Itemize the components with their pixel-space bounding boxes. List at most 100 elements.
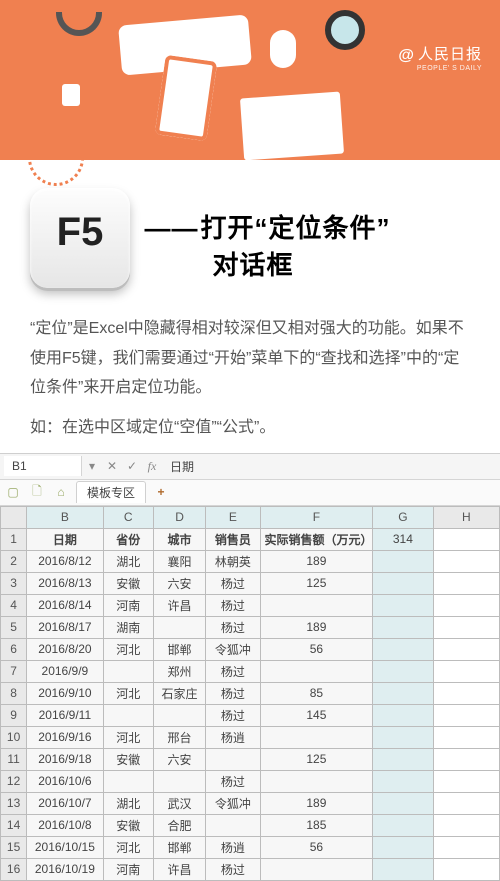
cell[interactable] — [373, 594, 433, 616]
cell[interactable]: 河北 — [103, 836, 153, 858]
col-header[interactable]: D — [153, 506, 205, 528]
row-header[interactable]: 3 — [1, 572, 27, 594]
cell[interactable]: 邢台 — [153, 726, 205, 748]
table-row[interactable]: 1日期省份城市销售员实际销售额（万元）314 — [1, 528, 500, 550]
cell[interactable]: 2016/10/15 — [27, 836, 103, 858]
row-header[interactable]: 14 — [1, 814, 27, 836]
table-row[interactable]: 22016/8/12湖北襄阳林朝英189 — [1, 550, 500, 572]
cell[interactable]: 六安 — [153, 572, 205, 594]
cell[interactable]: 189 — [260, 792, 373, 814]
column-header-row[interactable]: B C D E F G H — [1, 506, 500, 528]
cell[interactable]: 2016/10/6 — [27, 770, 103, 792]
table-row[interactable]: 92016/9/11杨过145 — [1, 704, 500, 726]
cell[interactable]: 125 — [260, 572, 373, 594]
row-header[interactable]: 9 — [1, 704, 27, 726]
cell[interactable] — [206, 814, 260, 836]
cell[interactable]: 125 — [260, 748, 373, 770]
cell[interactable] — [433, 704, 499, 726]
cell[interactable]: 314 — [373, 528, 433, 550]
cell[interactable]: 湖北 — [103, 550, 153, 572]
cell[interactable]: 武汉 — [153, 792, 205, 814]
cell[interactable] — [373, 836, 433, 858]
cell[interactable] — [373, 616, 433, 638]
col-header[interactable]: E — [206, 506, 260, 528]
cell[interactable] — [373, 572, 433, 594]
cell[interactable]: 2016/8/14 — [27, 594, 103, 616]
col-header[interactable]: F — [260, 506, 373, 528]
cell[interactable] — [103, 660, 153, 682]
table-row[interactable]: 32016/8/13安徽六安杨过125 — [1, 572, 500, 594]
cell[interactable] — [433, 814, 499, 836]
cell[interactable]: 56 — [260, 638, 373, 660]
table-row[interactable]: 82016/9/10河北石家庄杨过85 — [1, 682, 500, 704]
namebox-dropdown-icon[interactable]: ▾ — [82, 459, 102, 473]
cell[interactable] — [373, 748, 433, 770]
row-header[interactable]: 12 — [1, 770, 27, 792]
col-header[interactable]: H — [433, 506, 499, 528]
cell[interactable] — [373, 682, 433, 704]
table-row[interactable]: 112016/9/18安徽六安125 — [1, 748, 500, 770]
row-header[interactable]: 16 — [1, 858, 27, 880]
cell[interactable] — [433, 572, 499, 594]
open-doc-icon[interactable]: 🗋 — [28, 483, 46, 501]
cell[interactable] — [373, 638, 433, 660]
formula-value[interactable]: 日期 — [162, 458, 500, 475]
name-box[interactable]: B1 — [4, 456, 82, 476]
cell[interactable]: 杨过 — [206, 770, 260, 792]
cell[interactable]: 杨过 — [206, 682, 260, 704]
row-header[interactable]: 4 — [1, 594, 27, 616]
cell[interactable]: 145 — [260, 704, 373, 726]
cell[interactable] — [433, 550, 499, 572]
cell[interactable] — [433, 594, 499, 616]
cell[interactable]: 邯郸 — [153, 638, 205, 660]
row-header[interactable]: 1 — [1, 528, 27, 550]
cell[interactable]: 2016/8/20 — [27, 638, 103, 660]
row-header[interactable]: 13 — [1, 792, 27, 814]
table-row[interactable]: 42016/8/14河南许昌杨过 — [1, 594, 500, 616]
cell[interactable]: 林朝英 — [206, 550, 260, 572]
confirm-icon[interactable]: ✓ — [122, 459, 142, 473]
cell[interactable]: 杨逍 — [206, 726, 260, 748]
row-header[interactable]: 10 — [1, 726, 27, 748]
header-cell[interactable]: 省份 — [103, 528, 153, 550]
cell[interactable]: 合肥 — [153, 814, 205, 836]
table-row[interactable]: 162016/10/19河南许昌杨过 — [1, 858, 500, 880]
add-tab-icon[interactable]: + — [152, 485, 170, 499]
cell[interactable] — [373, 814, 433, 836]
cell[interactable]: 2016/9/18 — [27, 748, 103, 770]
cell[interactable]: 邯郸 — [153, 836, 205, 858]
cell[interactable]: 85 — [260, 682, 373, 704]
cell[interactable]: 六安 — [153, 748, 205, 770]
cell[interactable]: 185 — [260, 814, 373, 836]
cell[interactable]: 56 — [260, 836, 373, 858]
row-header[interactable]: 11 — [1, 748, 27, 770]
cell[interactable] — [260, 858, 373, 880]
table-row[interactable]: 52016/8/17湖南杨过189 — [1, 616, 500, 638]
cell[interactable] — [373, 550, 433, 572]
cell[interactable]: 河南 — [103, 594, 153, 616]
cell[interactable] — [433, 638, 499, 660]
cell[interactable]: 河北 — [103, 638, 153, 660]
cell[interactable]: 2016/8/17 — [27, 616, 103, 638]
cell[interactable]: 郑州 — [153, 660, 205, 682]
row-header[interactable]: 15 — [1, 836, 27, 858]
cell[interactable]: 安徽 — [103, 572, 153, 594]
row-header[interactable]: 8 — [1, 682, 27, 704]
cell[interactable]: 2016/9/10 — [27, 682, 103, 704]
table-row[interactable]: 142016/10/8安徽合肥185 — [1, 814, 500, 836]
cell[interactable]: 2016/10/7 — [27, 792, 103, 814]
table-row[interactable]: 62016/8/20河北邯郸令狐冲56 — [1, 638, 500, 660]
cell[interactable]: 2016/9/11 — [27, 704, 103, 726]
cell[interactable]: 杨过 — [206, 858, 260, 880]
row-header[interactable]: 6 — [1, 638, 27, 660]
col-header[interactable]: B — [27, 506, 103, 528]
cell[interactable]: 2016/8/12 — [27, 550, 103, 572]
cell[interactable] — [433, 682, 499, 704]
cell[interactable] — [103, 704, 153, 726]
cell[interactable]: 2016/10/8 — [27, 814, 103, 836]
cell[interactable]: 许昌 — [153, 594, 205, 616]
cell[interactable]: 杨逍 — [206, 836, 260, 858]
cell[interactable] — [433, 858, 499, 880]
table-row[interactable]: 122016/10/6 杨过 — [1, 770, 500, 792]
cell[interactable]: 杨过 — [206, 572, 260, 594]
